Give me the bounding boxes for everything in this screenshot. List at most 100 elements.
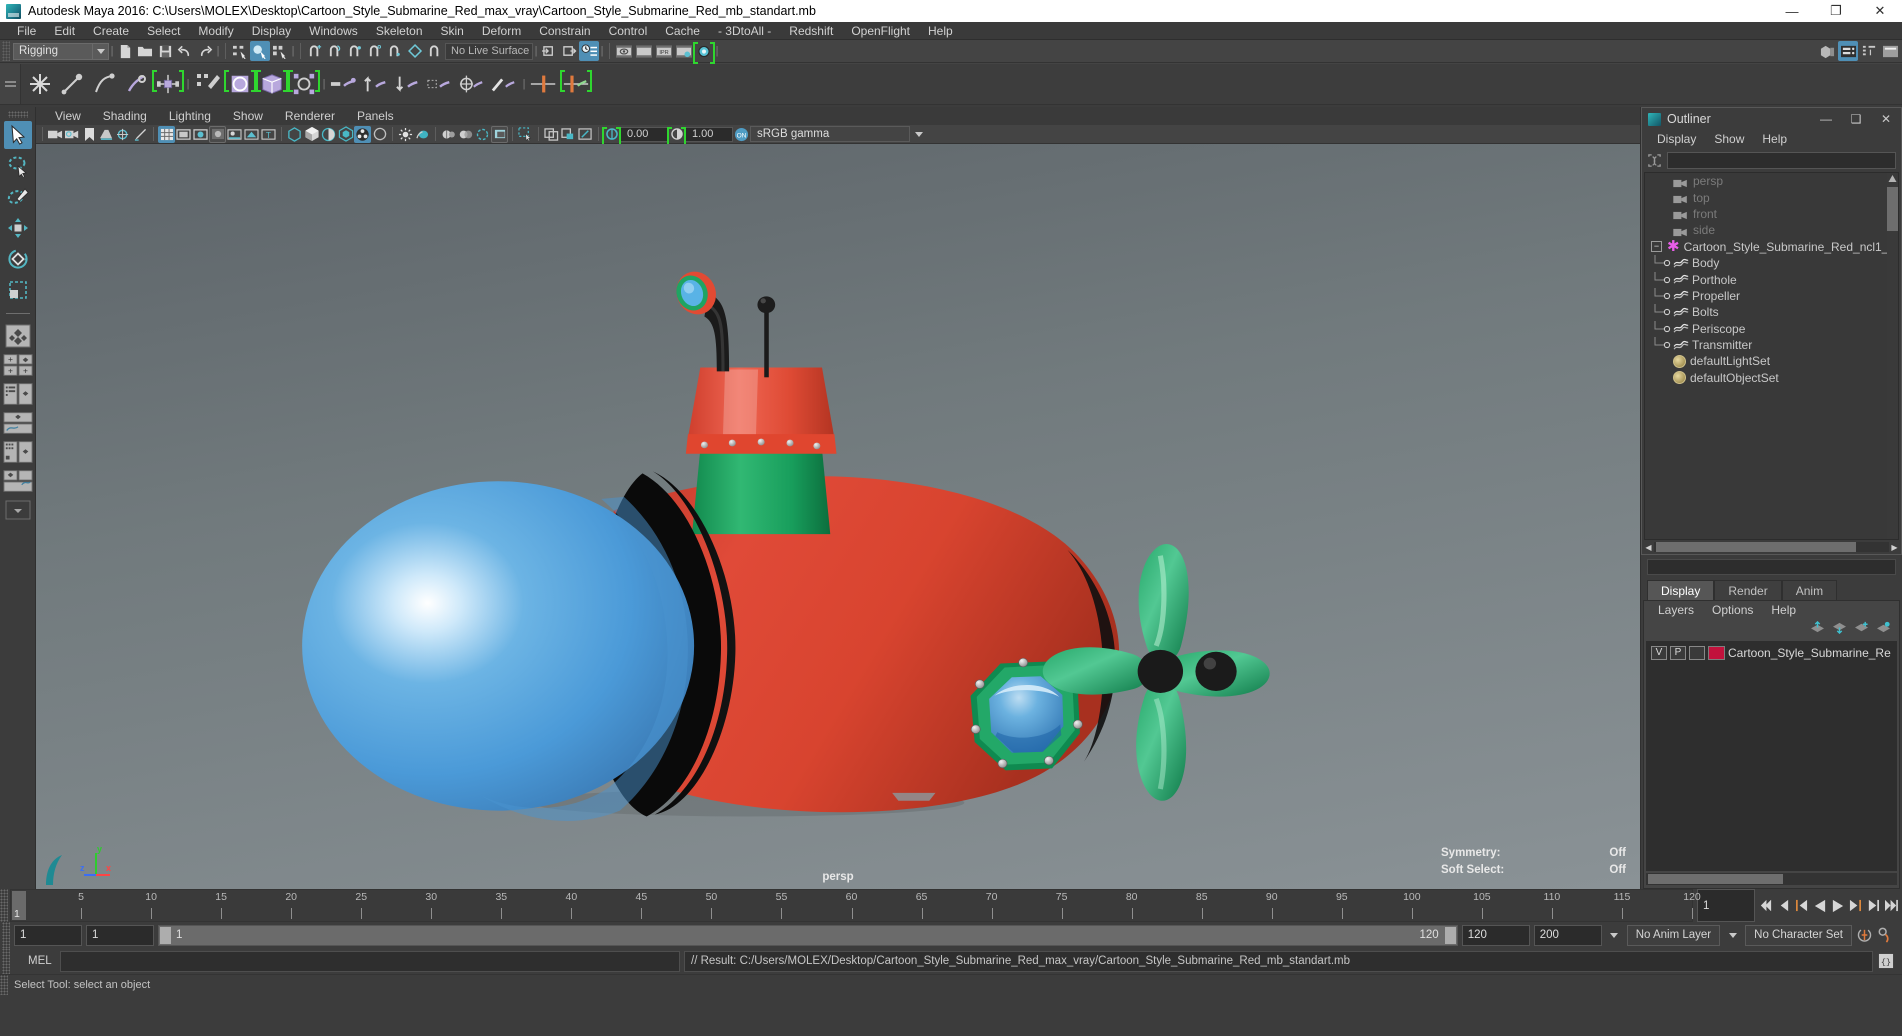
outliner-scroll-thumb[interactable] [1887, 187, 1898, 231]
current-time-indicator[interactable]: 1 [12, 891, 26, 920]
shelf-freeze-transform-icon[interactable] [489, 69, 519, 99]
two-d-pan-zoom-icon[interactable] [115, 126, 132, 143]
menu-openflight[interactable]: OpenFlight [842, 22, 919, 40]
color-profile-dropdown-icon[interactable] [910, 126, 927, 143]
redo-render-icon[interactable] [634, 41, 654, 61]
script-editor-icon[interactable]: {} [1877, 953, 1894, 970]
redo-icon[interactable] [195, 41, 215, 61]
show-hide-attribute-editor-icon[interactable] [1838, 41, 1858, 61]
time-slider-grip[interactable] [0, 889, 8, 922]
component-display-icon[interactable] [474, 126, 491, 143]
menu-set-selector[interactable]: Rigging [13, 42, 93, 60]
show-hide-tool-settings-icon[interactable] [1880, 41, 1900, 61]
go-to-start-icon[interactable] [1757, 894, 1774, 918]
shelf-unparent-icon[interactable] [393, 69, 423, 99]
layer-list[interactable]: V P Cartoon_Style_Submarine_Re [1646, 641, 1897, 871]
lighting-dropoff-icon[interactable] [414, 126, 431, 143]
move-layer-up-icon[interactable] [1810, 620, 1825, 637]
viewport-menu-shading[interactable]: Shading [92, 107, 158, 125]
statusline-grip[interactable] [2, 41, 10, 61]
outliner-vertical-scrollbar[interactable] [1887, 173, 1898, 539]
snap-to-grid-icon[interactable] [305, 41, 325, 61]
playback-frame-field[interactable]: 1 [1697, 889, 1755, 922]
texture-icon[interactable]: T [260, 126, 277, 143]
layer-row[interactable]: V P Cartoon_Style_Submarine_Re [1646, 644, 1897, 661]
smooth-shade-selected-icon[interactable] [192, 126, 209, 143]
wireframe-shading-icon[interactable] [158, 125, 175, 143]
shelf-paint-weights-icon[interactable] [193, 69, 223, 99]
step-back-keyframe-icon[interactable] [1775, 894, 1792, 918]
range-end-handle[interactable] [1444, 926, 1456, 944]
color-management-toggle-icon[interactable]: ON [733, 126, 750, 143]
restore-button[interactable]: ❐ [1814, 0, 1858, 22]
paint-select-tool-icon[interactable] [4, 183, 32, 211]
xray-joints-icon[interactable] [320, 126, 337, 143]
viewport-menu-lighting[interactable]: Lighting [158, 107, 222, 125]
viewport-menu-view[interactable]: View [44, 107, 92, 125]
render-view-toggle-icon[interactable] [693, 41, 715, 64]
shelf-ik-spline-icon[interactable] [89, 69, 119, 99]
xray-mode-icon[interactable] [286, 126, 303, 143]
playback-end-field[interactable]: 120 [1461, 924, 1530, 946]
shadows-icon[interactable] [226, 126, 243, 143]
render-settings-icon[interactable] [674, 41, 694, 61]
outliner-expander[interactable]: − [1651, 241, 1662, 253]
backface-culling-icon[interactable] [491, 125, 508, 143]
outliner-item-transmitter[interactable]: Transmitter [1645, 337, 1898, 353]
play-forwards-icon[interactable] [1829, 894, 1846, 918]
menu-control[interactable]: Control [600, 22, 657, 40]
bookmark-icon[interactable] [81, 126, 98, 143]
layer-name[interactable]: Cartoon_Style_Submarine_Re [1728, 646, 1891, 660]
animation-start-field[interactable]: 1 [14, 924, 82, 946]
layer-menu-layers[interactable]: Layers [1649, 601, 1703, 619]
outliner-scroll-right-icon[interactable]: ▶ [1889, 541, 1900, 553]
ipr-render-icon[interactable]: IPR [654, 41, 674, 61]
shelf-create-joint-icon[interactable] [25, 69, 55, 99]
outliner-item-cartoon-style-submarine-red-ncl1-1[interactable]: − ✱ Cartoon_Style_Submarine_Red_ncl1_1 [1645, 239, 1898, 255]
shelf-skeleton-icon[interactable] [152, 69, 184, 99]
layout-hypershade-persp-icon[interactable] [2, 439, 33, 465]
shelf-nurbs-circle-icon[interactable] [224, 69, 256, 99]
layer-playback-toggle[interactable]: P [1670, 645, 1686, 660]
tab-anim[interactable]: Anim [1781, 580, 1838, 600]
shelf-parent-up-icon[interactable] [361, 69, 391, 99]
smooth-shade-all-icon[interactable] [175, 126, 192, 143]
layer-display-type-toggle[interactable] [1689, 645, 1705, 660]
outliner-menu-display[interactable]: Display [1648, 130, 1705, 148]
snap-to-view-plane-icon[interactable] [385, 41, 405, 61]
command-line-grip[interactable] [2, 948, 10, 974]
scale-tool-icon[interactable] [4, 276, 32, 304]
open-scene-icon[interactable] [135, 41, 155, 61]
anim-layer-dropdown-icon[interactable] [1606, 927, 1623, 944]
open-input-connections-icon[interactable] [539, 41, 559, 61]
shelf-mirror-skin-icon[interactable] [560, 69, 592, 99]
shelf-center-pivot-icon[interactable] [457, 69, 487, 99]
layout-outliner-persp-icon[interactable] [2, 381, 33, 407]
grease-pencil-icon[interactable] [132, 126, 149, 143]
high-quality-render-icon[interactable] [354, 125, 371, 143]
auto-key-icon[interactable] [1856, 927, 1873, 944]
layer-visibility-toggle[interactable]: V [1651, 645, 1667, 660]
outliner-item-periscope[interactable]: Periscope [1645, 320, 1898, 337]
open-output-connections-icon[interactable] [559, 41, 579, 61]
outliner-scroll-left-icon[interactable]: ◀ [1643, 541, 1654, 553]
new-layer-icon[interactable] [1854, 621, 1869, 637]
go-to-end-icon[interactable] [1883, 894, 1900, 918]
gamma-toggle-icon[interactable] [667, 126, 686, 149]
outliner-menu-show[interactable]: Show [1705, 130, 1753, 148]
command-language-label[interactable]: MEL [14, 955, 56, 967]
viewport-menu-panels[interactable]: Panels [346, 107, 405, 125]
layer-color-swatch[interactable] [1708, 645, 1725, 660]
play-backwards-icon[interactable] [1811, 894, 1828, 918]
rotate-tool-icon[interactable] [4, 245, 32, 273]
outliner-hscroll-thumb[interactable] [1656, 542, 1856, 552]
layout-persp-graph-icon[interactable] [2, 410, 33, 436]
close-button[interactable]: ✕ [1858, 0, 1902, 22]
outliner-item-defaultlightset[interactable]: defaultLightSet [1645, 353, 1898, 369]
outliner-tree[interactable]: persp top front side − ✱ Cartoon_Style_Submari… [1644, 172, 1899, 540]
undo-icon[interactable] [175, 41, 195, 61]
layout-single-view-icon[interactable] [3, 323, 33, 349]
menu-create[interactable]: Create [84, 22, 138, 40]
shelf-lattice-icon[interactable] [256, 69, 288, 99]
default-shading-icon[interactable] [303, 126, 320, 143]
